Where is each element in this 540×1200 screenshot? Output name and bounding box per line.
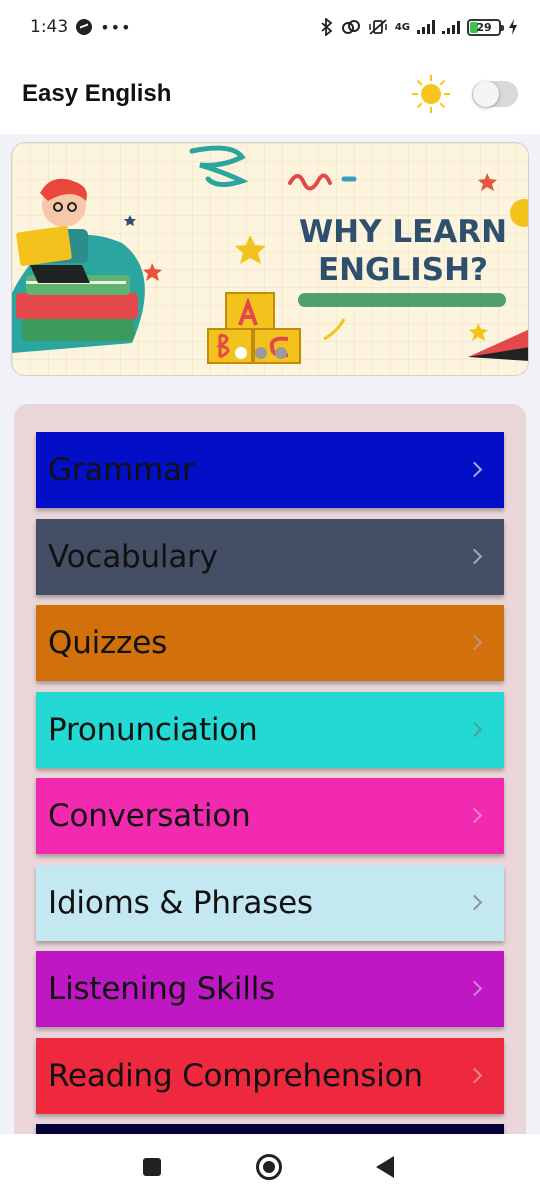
navigation-bar <box>0 1134 540 1200</box>
content-area: WHY LEARN ENGLISH? Grammar Vocabulary Qu… <box>0 134 540 1134</box>
menu-item-label: Idioms & Phrases <box>48 885 313 921</box>
app-bar: Easy English <box>0 54 540 134</box>
chevron-right-icon <box>466 461 483 478</box>
chevron-right-icon <box>466 548 483 565</box>
banner-carousel[interactable]: WHY LEARN ENGLISH? <box>11 142 529 376</box>
menu-item-idioms-phrases[interactable]: Idioms & Phrases <box>36 865 504 941</box>
carousel-dots[interactable] <box>235 347 287 359</box>
charging-icon <box>509 19 517 35</box>
chevron-right-icon <box>466 894 483 911</box>
chevron-right-icon <box>466 721 483 738</box>
menu-item-label: Reading Comprehension <box>48 1058 423 1094</box>
menu-item-label: Quizzes <box>48 625 168 661</box>
recents-icon[interactable] <box>143 1158 161 1176</box>
menu-item-conversation[interactable]: Conversation <box>36 778 504 854</box>
carousel-dot-2[interactable] <box>255 347 267 359</box>
menu-item-partial[interactable] <box>36 1124 504 1134</box>
menu-item-pronunciation[interactable]: Pronunciation <box>36 692 504 768</box>
signal-icon-2 <box>442 20 460 34</box>
carousel-dot-3[interactable] <box>275 347 287 359</box>
banner-underline <box>298 293 506 307</box>
dark-mode-toggle[interactable] <box>472 81 518 107</box>
back-icon[interactable] <box>376 1156 394 1178</box>
menu-item-quizzes[interactable]: Quizzes <box>36 605 504 681</box>
signal-icon <box>417 20 435 34</box>
messenger-icon <box>76 19 93 35</box>
menu-item-vocabulary[interactable]: Vocabulary <box>36 519 504 595</box>
vibrate-off-icon <box>369 19 387 35</box>
home-icon[interactable] <box>256 1154 282 1180</box>
chevron-right-icon <box>466 1067 483 1084</box>
menu-item-label: Vocabulary <box>48 539 218 575</box>
menu-item-listening-skills[interactable]: Listening Skills <box>36 951 504 1027</box>
app-title: Easy English <box>22 80 172 107</box>
network-type: 4G <box>394 21 410 33</box>
banner-headline: WHY LEARN ENGLISH? <box>298 214 508 288</box>
chevron-right-icon <box>466 807 483 824</box>
bluetooth-icon <box>321 18 333 36</box>
menu-panel: Grammar Vocabulary Quizzes Pronunciation… <box>14 404 526 1134</box>
chevron-right-icon <box>466 634 483 651</box>
status-bar: 1:43 ••• 4G 29 <box>0 0 540 54</box>
status-time: 1:43 <box>30 17 69 37</box>
sun-icon[interactable] <box>412 75 450 113</box>
chevron-right-icon <box>466 980 483 997</box>
menu-item-reading-comprehension[interactable]: Reading Comprehension <box>36 1038 504 1114</box>
menu-item-label: Conversation <box>48 798 251 834</box>
menu-item-label: Pronunciation <box>48 712 258 748</box>
battery-icon: 29 <box>467 18 504 36</box>
menu-item-label: Grammar <box>48 452 195 488</box>
more-dots-icon: ••• <box>100 17 132 37</box>
toggle-knob <box>473 81 499 107</box>
menu-item-label: Listening Skills <box>48 971 276 1007</box>
carousel-dot-1[interactable] <box>235 347 247 359</box>
link-icon <box>341 20 360 34</box>
menu-item-grammar[interactable]: Grammar <box>36 432 504 508</box>
